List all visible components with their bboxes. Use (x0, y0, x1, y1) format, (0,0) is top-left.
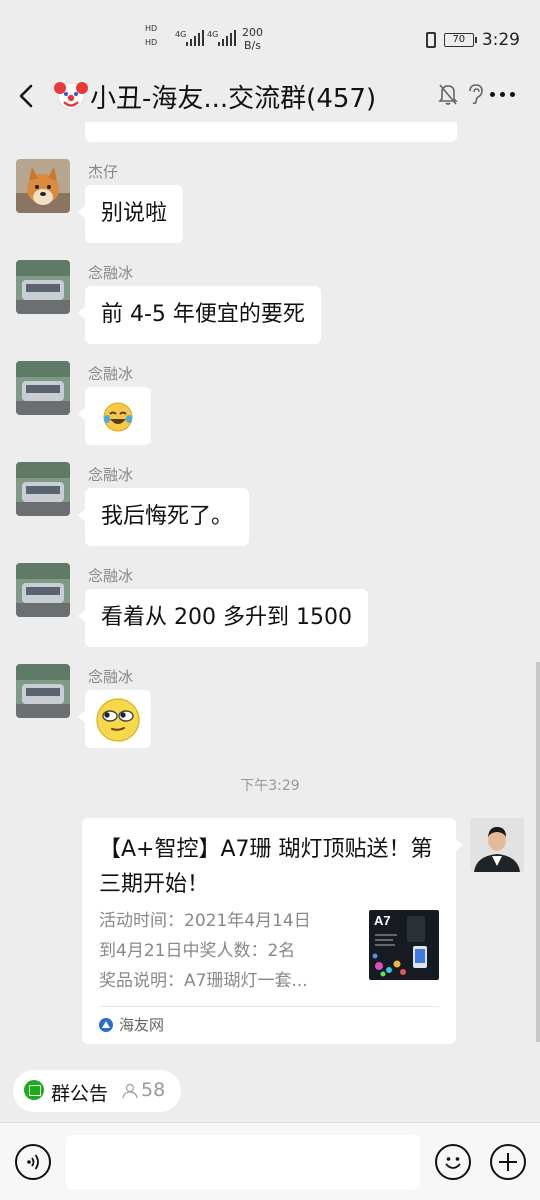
avatar[interactable] (16, 664, 70, 718)
avatar[interactable] (16, 462, 70, 516)
ear-icon (469, 84, 483, 105)
sender-name: 念融冰 (88, 365, 134, 383)
card-title: 【A+智控】A7珊 瑚灯顶贴送！第三期开始！ (99, 837, 433, 897)
hd-label-2: HD (145, 38, 158, 47)
speed-value: 200 (242, 26, 263, 39)
previous-message-bubble (85, 122, 457, 142)
status-bar: HD HD 4G 4G 200 B/s 70 3:29 (0, 0, 540, 70)
message-bubble[interactable]: 前 4-5 年便宜的要死 (78, 286, 321, 344)
card-description: 活动时间：2021年4月14日 到4月21日中奖人数：2名 奖品说明：A7珊瑚灯… (99, 906, 357, 996)
avatar[interactable] (16, 361, 70, 415)
card-thumbnail: A7 (369, 910, 439, 980)
card-desc-line: 活动时间：2021年4月14日 (99, 911, 311, 931)
mute-bell-icon (438, 84, 458, 105)
card-divider (99, 1006, 439, 1007)
self-avatar[interactable] (470, 818, 524, 872)
clown-emoji-icon (54, 82, 88, 110)
group-notice-button[interactable]: 群公告 58 (13, 1070, 181, 1112)
notice-icon (24, 1080, 44, 1100)
message-bubble[interactable] (78, 387, 151, 445)
avatar[interactable] (16, 563, 70, 617)
source-logo-icon (99, 1017, 113, 1032)
signal-icon-1 (186, 28, 204, 46)
card-desc-line: 奖品说明：A7珊瑚灯一套... (99, 971, 308, 991)
sender-name: 念融冰 (88, 567, 134, 585)
message-bubble[interactable] (78, 690, 151, 748)
plus-icon (499, 1153, 517, 1171)
sender-name: 念融冰 (88, 668, 134, 686)
input-bar (0, 1122, 540, 1200)
signal-icon-2 (218, 28, 236, 46)
chat-scrollbar[interactable] (536, 662, 540, 1042)
vibrate-icon (425, 32, 436, 48)
chat-area[interactable]: 杰仔 别说啦 念融冰 前 4-5 年便宜的要死 念融冰 念融冰 我后悔死了。 念… (0, 122, 540, 1060)
net-label-2: 4G (207, 30, 219, 39)
laughing-crying-emoji-icon (103, 402, 133, 432)
message-bubble[interactable]: 我后悔死了。 (77, 488, 250, 546)
notice-bar: 群公告 58 (0, 1060, 540, 1122)
message-bubble[interactable]: 看着从 200 多升到 1500 (78, 589, 368, 647)
clock: 3:29 (481, 30, 520, 50)
network-indicator: HD HD (145, 24, 157, 48)
voice-icon (27, 1154, 39, 1170)
avatar[interactable] (16, 159, 70, 213)
sender-name: 念融冰 (88, 466, 134, 484)
rolling-eyes-emoji-icon (96, 698, 140, 742)
battery-icon: 70 (443, 33, 477, 47)
source-name: 海友网 (119, 1016, 165, 1034)
sender-name: 念融冰 (88, 264, 134, 282)
more-functions-button[interactable] (490, 1144, 526, 1180)
avatar[interactable] (16, 260, 70, 314)
notice-count: 58 (141, 1079, 166, 1101)
emoji-button[interactable] (435, 1144, 471, 1180)
link-card[interactable]: 【A+智控】A7珊 瑚灯顶贴送！第三期开始！ 活动时间：2021年4月14日 到… (82, 818, 463, 1044)
message-input[interactable] (66, 1135, 420, 1189)
net-label-1: 4G (175, 30, 187, 39)
notice-label: 群公告 (51, 1083, 109, 1105)
speed-unit: B/s (244, 39, 261, 52)
back-arrow-icon[interactable] (16, 82, 38, 110)
person-icon (122, 1083, 138, 1099)
more-options-icon[interactable] (490, 92, 515, 97)
smiley-icon (445, 1157, 461, 1169)
message-timestamp: 下午3:29 (240, 778, 300, 794)
sender-name: 杰仔 (88, 163, 119, 181)
chat-header: 小丑-海友...交流群(457) (0, 70, 540, 122)
network-speed: 200 B/s (242, 26, 263, 52)
card-source: 海友网 (99, 1014, 164, 1035)
status-right: 70 3:29 (425, 30, 520, 50)
hd-label-1: HD (145, 24, 158, 33)
chat-title[interactable]: 小丑-海友...交流群(457) (90, 78, 376, 115)
voice-input-button[interactable] (15, 1144, 51, 1180)
card-desc-line: 到4月21日中奖人数：2名 (99, 941, 296, 961)
message-bubble[interactable]: 别说啦 (77, 185, 184, 243)
